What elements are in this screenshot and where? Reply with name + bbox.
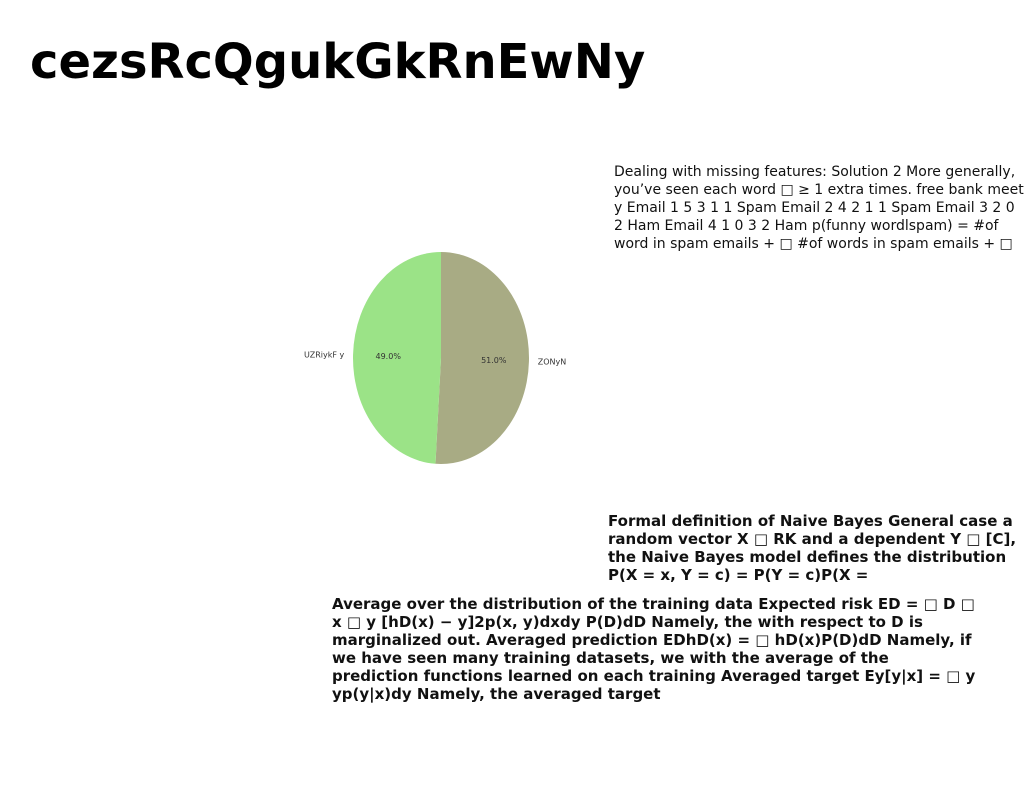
missing-features-text: Dealing with missing features: Solution … <box>614 164 1024 255</box>
page-title: cezsRcQgukGkRnEwNy <box>30 34 646 90</box>
naive-bayes-definition-text: Formal definition of Naive Bayes General… <box>608 512 1017 584</box>
expected-risk-text: Average over the distribution of the tra… <box>332 595 976 703</box>
pie-chart: 51.0% ZONyN 49.0% UZRiykF y <box>304 252 566 464</box>
pie-percent-label: 51.0% <box>481 356 507 365</box>
pie-percent-label: 49.0% <box>376 352 402 361</box>
pie-category-label: UZRiykF y <box>304 350 344 359</box>
pie-category-label: ZONyN <box>538 358 566 367</box>
